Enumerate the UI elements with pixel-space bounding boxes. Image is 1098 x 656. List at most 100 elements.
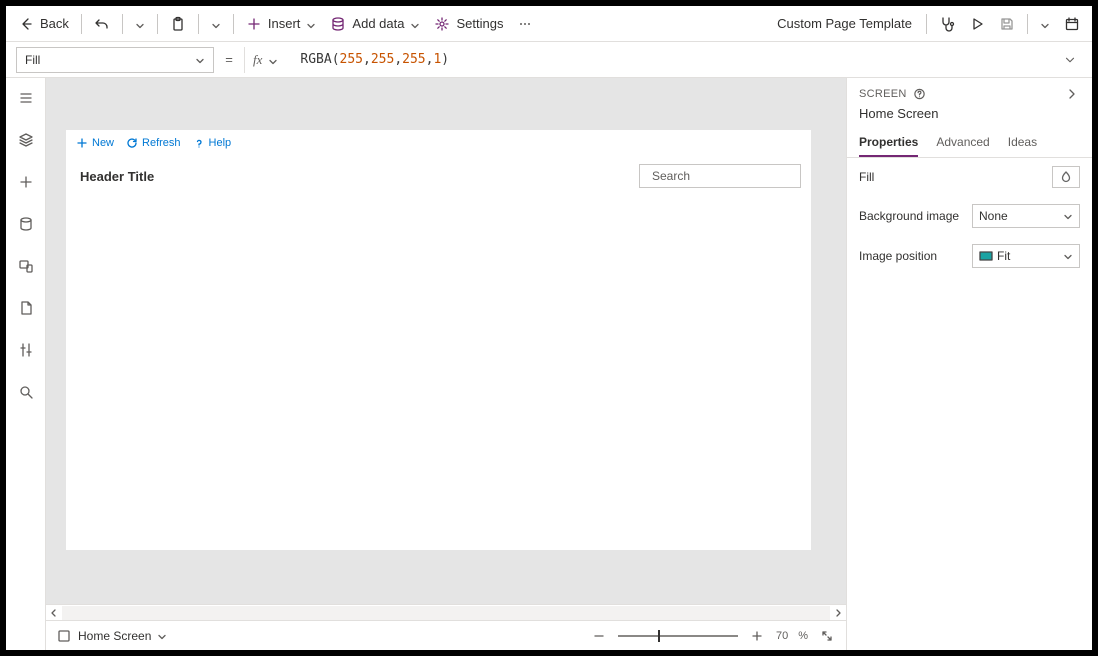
slider-track (618, 635, 738, 637)
help-icon (193, 137, 205, 149)
undo-menu[interactable] (129, 10, 151, 38)
slider-thumb[interactable] (658, 630, 660, 642)
canvas-toolbar: New Refresh Help (66, 130, 811, 156)
variables-pane-button[interactable] (10, 296, 42, 320)
refresh-icon (126, 137, 138, 149)
media-pane-button[interactable] (10, 254, 42, 278)
bg-image-dropdown[interactable]: None (972, 204, 1080, 228)
chevron-down-icon (1063, 251, 1073, 261)
image-fit-icon (979, 249, 993, 263)
settings-button[interactable]: Settings (428, 10, 509, 38)
object-name: Home Screen (847, 106, 1092, 129)
fx-button[interactable]: fx (244, 47, 286, 73)
scroll-left-button[interactable] (46, 605, 62, 621)
search-pane-button[interactable] (10, 380, 42, 404)
back-button[interactable]: Back (12, 10, 75, 38)
paste-menu[interactable] (205, 10, 227, 38)
formula-bar: Fill = fx RGBA(255, 255, 255, 1) (6, 42, 1092, 78)
canvas-area: New Refresh Help Header Title (46, 78, 846, 650)
undo-icon (94, 16, 110, 32)
hamburger-icon (18, 90, 34, 106)
zoom-out-button[interactable] (590, 627, 608, 645)
formula-input[interactable]: RGBA(255, 255, 255, 1) (294, 47, 1050, 73)
overflow-button[interactable] (511, 10, 539, 38)
info-icon[interactable] (913, 88, 926, 101)
separator (198, 14, 199, 34)
fit-to-screen-button[interactable] (818, 627, 836, 645)
gear-icon (434, 16, 450, 32)
arrow-left-icon (18, 16, 34, 32)
layers-icon (18, 132, 34, 148)
horizontal-scrollbar[interactable] (46, 604, 846, 620)
scroll-track[interactable] (62, 606, 830, 620)
tab-properties[interactable]: Properties (859, 129, 918, 157)
property-selector[interactable]: Fill (16, 47, 214, 73)
prop-row-bg-image: Background image None (847, 196, 1092, 236)
canvas-refresh-button[interactable]: Refresh (126, 137, 181, 149)
page-title: Custom Page Template (769, 16, 920, 31)
tree-view-button[interactable] (10, 86, 42, 110)
canvas-help-button[interactable]: Help (193, 137, 232, 149)
more-icon (517, 16, 533, 32)
undo-button[interactable] (88, 10, 116, 38)
settings-label: Settings (456, 16, 503, 31)
save-button[interactable] (993, 10, 1021, 38)
separator (122, 14, 123, 34)
scroll-right-button[interactable] (830, 605, 846, 621)
prop-label-image-position: Image position (859, 249, 937, 263)
insert-button[interactable]: Insert (240, 10, 323, 38)
tab-ideas[interactable]: Ideas (1008, 129, 1037, 157)
database-icon (330, 16, 346, 32)
back-label: Back (40, 16, 69, 31)
canvas-viewport[interactable]: New Refresh Help Header Title (46, 78, 846, 604)
chevron-down-icon (195, 55, 205, 65)
plus-icon (18, 174, 34, 190)
canvas-help-label: Help (209, 137, 232, 149)
insert-pane-button[interactable] (10, 128, 42, 152)
paste-button[interactable] (164, 10, 192, 38)
chevron-down-icon (1063, 211, 1073, 221)
add-data-label: Add data (352, 16, 404, 31)
separator (157, 14, 158, 34)
status-bar: Home Screen 70 % (46, 620, 846, 650)
screen-canvas[interactable]: New Refresh Help Header Title (66, 130, 811, 550)
header-title-label[interactable]: Header Title (80, 169, 154, 184)
sliders-icon (18, 342, 34, 358)
screen-selector[interactable]: Home Screen (56, 628, 167, 644)
canvas-new-button[interactable]: New (76, 137, 114, 149)
separator (233, 14, 234, 34)
app-checker-button[interactable] (933, 10, 961, 38)
property-name: Fill (25, 53, 40, 67)
chevron-down-icon (135, 19, 145, 29)
plus-icon (246, 16, 262, 32)
zoom-slider[interactable] (618, 627, 738, 645)
fill-color-picker[interactable] (1052, 166, 1080, 188)
play-button[interactable] (963, 10, 991, 38)
document-icon (18, 300, 34, 316)
prop-label-fill: Fill (859, 170, 874, 184)
image-position-value: Fit (997, 249, 1010, 263)
clipboard-icon (170, 16, 186, 32)
chevron-down-icon (211, 19, 221, 29)
separator (926, 14, 927, 34)
left-rail (6, 78, 46, 650)
zoom-unit: % (798, 630, 808, 642)
search-icon (18, 384, 34, 400)
stethoscope-icon (939, 16, 955, 32)
tab-advanced[interactable]: Advanced (936, 129, 989, 157)
publish-button[interactable] (1058, 10, 1086, 38)
expand-formula-button[interactable] (1058, 48, 1082, 72)
bg-image-value: None (979, 209, 1008, 223)
add-button[interactable] (10, 170, 42, 194)
zoom-in-button[interactable] (748, 627, 766, 645)
save-icon (999, 16, 1015, 32)
canvas-search-box[interactable]: Search (639, 164, 801, 188)
main-area: New Refresh Help Header Title (6, 78, 1092, 650)
save-menu[interactable] (1034, 10, 1056, 38)
image-position-dropdown[interactable]: Fit (972, 244, 1080, 268)
add-data-button[interactable]: Add data (324, 10, 426, 38)
tools-pane-button[interactable] (10, 338, 42, 362)
expand-pane-button[interactable] (1064, 86, 1080, 102)
data-pane-button[interactable] (10, 212, 42, 236)
play-icon (969, 16, 985, 32)
